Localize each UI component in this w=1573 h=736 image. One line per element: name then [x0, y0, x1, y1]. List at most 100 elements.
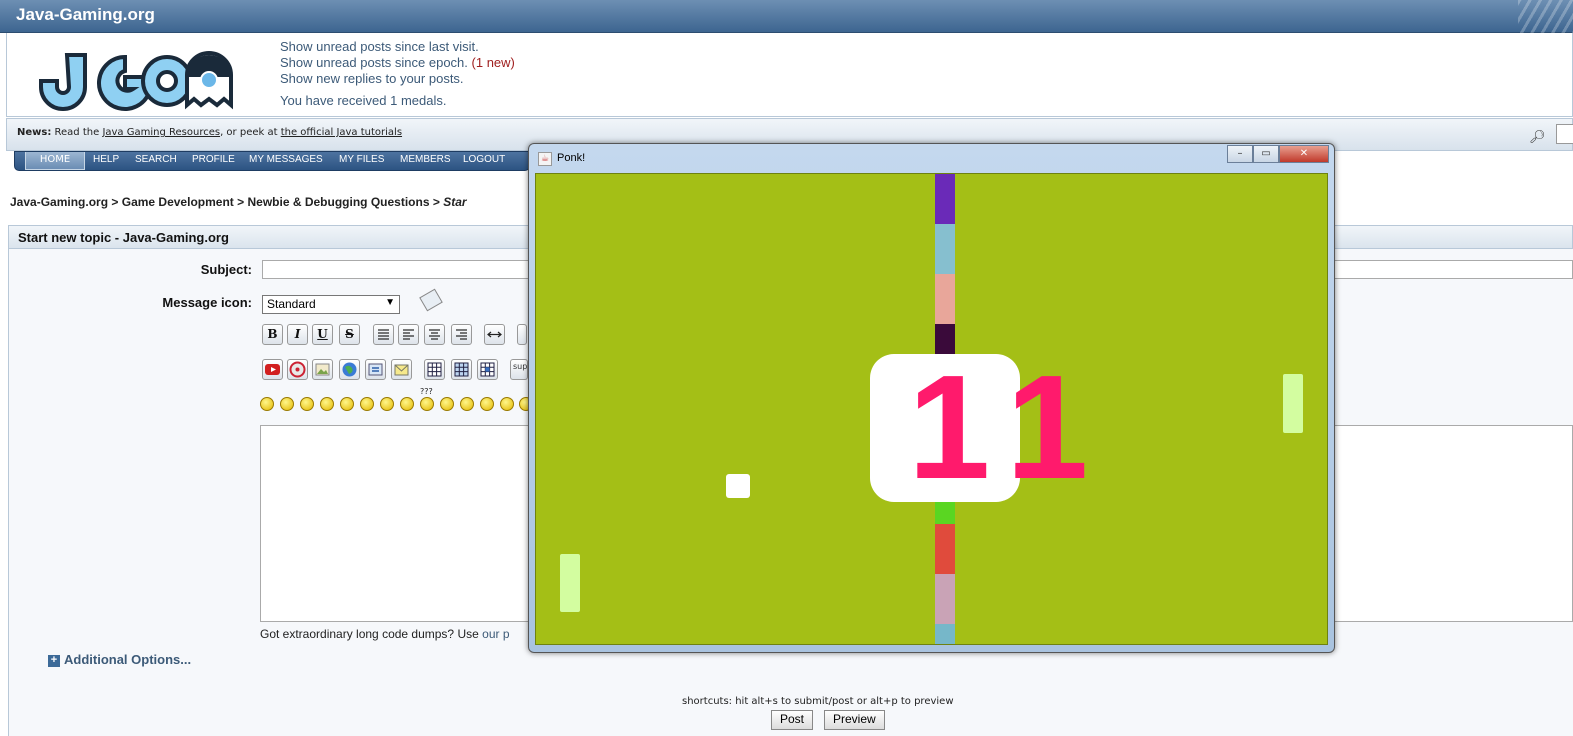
hint-text: Got extraordinary long code dumps? Use	[260, 627, 479, 641]
smiley-icon[interactable]	[380, 397, 394, 411]
ball	[726, 474, 750, 498]
net-segment	[935, 574, 955, 624]
news-label: News:	[17, 127, 52, 138]
top-title-bar: Java-Gaming.org	[0, 0, 1573, 33]
crumb-game-dev[interactable]: Game Development	[122, 195, 234, 209]
score-left: 1	[908, 345, 991, 510]
smiley-icon[interactable]	[340, 397, 354, 411]
breadcrumb: Java-Gaming.org > Game Development > New…	[10, 195, 467, 209]
link-globe-icon[interactable]	[339, 359, 360, 380]
image-icon[interactable]	[312, 359, 333, 380]
align-right-icon[interactable]	[451, 324, 472, 345]
smiley-icon[interactable]	[280, 397, 294, 411]
smiley-icon[interactable]	[260, 397, 274, 411]
nav-members[interactable]: MEMBERS	[400, 154, 451, 165]
table-row-icon[interactable]	[451, 359, 472, 380]
smiley-icon[interactable]	[440, 397, 454, 411]
game-court: 1 1	[535, 173, 1328, 645]
align-justify-icon[interactable]	[373, 324, 394, 345]
nav-profile[interactable]: PROFILE	[192, 154, 235, 165]
net-segment	[935, 274, 955, 324]
crumb-sep: >	[111, 195, 119, 209]
link-unread-epoch[interactable]: Show unread posts since epoch.	[280, 55, 468, 70]
strike-button[interactable]: S	[339, 324, 360, 345]
message-icon-select[interactable]: Standard ▼	[262, 295, 400, 314]
bold-button[interactable]: B	[262, 324, 283, 345]
plus-icon: +	[48, 655, 60, 667]
subject-label: Subject:	[200, 262, 252, 277]
ponk-window[interactable]: ☕ Ponk! – ▭ ✕ 1 1	[528, 143, 1335, 653]
horizontal-rule-icon[interactable]	[484, 324, 505, 345]
smiley-icon[interactable]	[420, 397, 434, 411]
smiley-icon[interactable]	[300, 397, 314, 411]
site-title[interactable]: Java-Gaming.org	[16, 5, 155, 25]
crumb-sep: >	[432, 195, 440, 209]
nav-help[interactable]: HELP	[93, 154, 119, 165]
net-segment	[935, 624, 955, 644]
link-unread-epoch-row: Show unread posts since epoch. (1 new)	[280, 55, 515, 70]
nav-my-files[interactable]: MY FILES	[339, 154, 384, 165]
chevron-down-icon: ▼	[385, 297, 395, 308]
underline-button[interactable]: U	[312, 324, 333, 345]
crumb-newbie[interactable]: Newbie & Debugging Questions	[247, 195, 429, 209]
smiley-icon[interactable]	[460, 397, 474, 411]
superscript-button[interactable]: sup	[510, 359, 528, 380]
medals-text: You have received 1 medals.	[280, 93, 447, 108]
align-left-icon[interactable]	[398, 324, 419, 345]
table-cell-icon[interactable]	[477, 359, 498, 380]
align-center-icon[interactable]	[424, 324, 445, 345]
italic-button[interactable]: I	[287, 324, 308, 345]
left-paddle	[560, 554, 580, 612]
smiley-icon[interactable]	[360, 397, 374, 411]
font-icon[interactable]	[517, 324, 527, 345]
nav-search[interactable]: SEARCH	[135, 154, 177, 165]
score-right: 1	[1006, 345, 1089, 510]
post-button[interactable]: Post	[771, 710, 814, 730]
java-gaming-resources-link[interactable]: Java Gaming Resources	[102, 127, 220, 138]
crumb-home[interactable]: Java-Gaming.org	[10, 195, 108, 209]
additional-options-toggle[interactable]: + Additional Options...	[48, 652, 191, 667]
minimize-button[interactable]: –	[1227, 145, 1253, 163]
new-count-badge[interactable]: (1 new)	[472, 55, 515, 70]
shortcuts-hint: shortcuts: hit alt+s to submit/post or a…	[682, 696, 954, 707]
news-middle: , or peek at	[220, 127, 278, 138]
code-dump-hint: Got extraordinary long code dumps? Use o…	[260, 627, 510, 641]
link-unread-last-visit[interactable]: Show unread posts since last visit.	[280, 39, 479, 54]
window-title: Ponk!	[557, 152, 586, 164]
decorative-stripes	[1518, 0, 1573, 33]
preview-button[interactable]: Preview	[824, 710, 885, 730]
link-new-replies[interactable]: Show new replies to your posts.	[280, 71, 464, 86]
main-nav: HOME HELP SEARCH PROFILE MY MESSAGES MY …	[14, 151, 530, 171]
net-segment	[935, 524, 955, 574]
java-tutorials-link[interactable]: the official Java tutorials	[281, 127, 402, 138]
news-prefix: Read the	[54, 127, 100, 138]
close-button[interactable]: ✕	[1279, 145, 1329, 163]
search-input[interactable]	[1556, 124, 1573, 144]
nav-home[interactable]: HOME	[25, 152, 85, 170]
net-segment	[935, 174, 955, 224]
smiley-icon[interactable]	[500, 397, 514, 411]
email-icon[interactable]	[391, 359, 412, 380]
nav-my-messages[interactable]: MY MESSAGES	[249, 154, 323, 165]
pastebin-link[interactable]: our p	[482, 627, 509, 641]
smiley-icon[interactable]	[400, 397, 414, 411]
table-icon[interactable]	[424, 359, 445, 380]
flash-icon[interactable]	[287, 359, 308, 380]
nav-logout[interactable]: LOGOUT	[463, 154, 505, 165]
additional-options-label: Additional Options...	[64, 652, 192, 667]
maximize-button[interactable]: ▭	[1253, 145, 1279, 163]
search-icon[interactable]: 🔎︎	[1529, 130, 1546, 145]
message-icon-value: Standard	[267, 297, 316, 311]
smiley-icon[interactable]	[480, 397, 494, 411]
message-icon-label: Message icon:	[162, 295, 252, 310]
header-panel: Show unread posts since last visit. Show…	[6, 33, 1573, 117]
crumb-current: Star	[443, 195, 467, 209]
youtube-icon[interactable]	[262, 359, 283, 380]
page-title: Start new topic - Java-Gaming.org	[18, 230, 229, 245]
smiley-tooltip: ???	[420, 387, 433, 396]
smiley-icon[interactable]	[320, 397, 334, 411]
net-segment	[935, 224, 955, 274]
jgo-logo[interactable]	[27, 47, 237, 119]
ftp-icon[interactable]	[365, 359, 386, 380]
java-icon: ☕	[538, 152, 552, 166]
